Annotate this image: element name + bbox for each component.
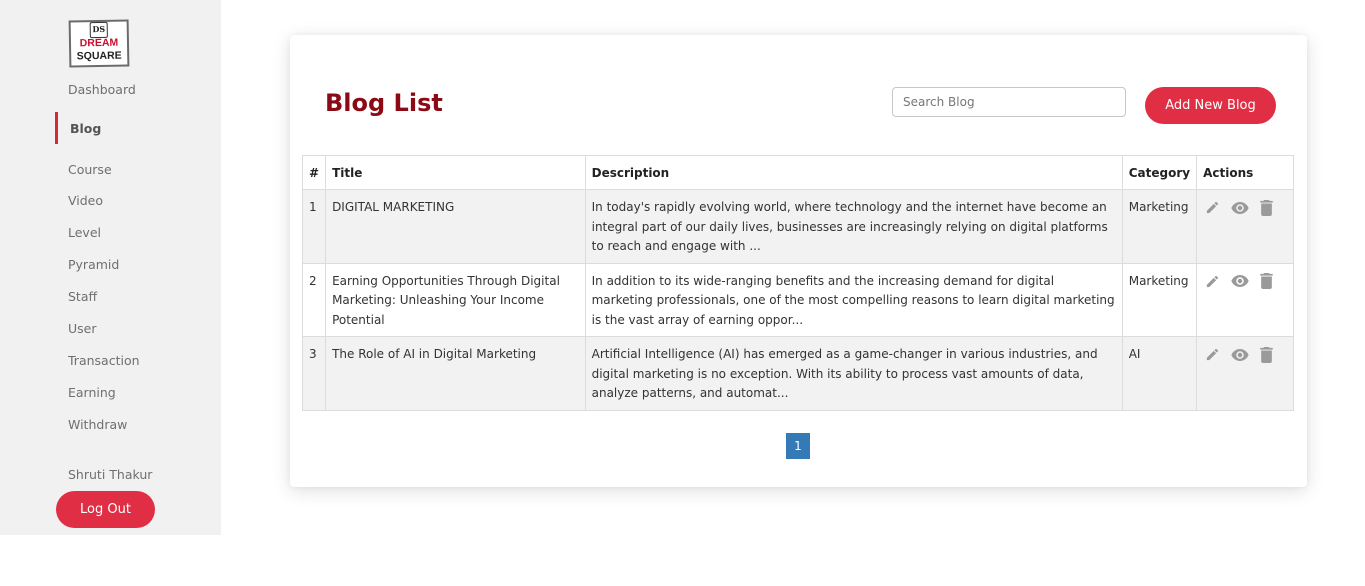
user-name: Shruti Thakur xyxy=(68,467,153,482)
edit-icon[interactable] xyxy=(1203,272,1222,291)
row-title: DIGITAL MARKETING xyxy=(325,189,586,264)
dream-square-logo[interactable]: DS DREAM SQUARE xyxy=(68,19,130,68)
column-header-description: Description xyxy=(584,155,1123,190)
row-description: In addition to its wide-ranging benefits… xyxy=(584,262,1123,337)
pagination-page-1[interactable]: 1 xyxy=(786,433,810,459)
sidebar-item-transaction[interactable]: Transaction xyxy=(68,353,140,369)
column-header-number: # xyxy=(301,155,327,190)
logo-badge: DS xyxy=(89,21,108,39)
table-row: 1 DIGITAL MARKETING In today's rapidly e… xyxy=(301,189,1294,264)
row-category: AI xyxy=(1121,336,1198,411)
view-icon[interactable] xyxy=(1230,272,1249,291)
sidebar-item-level[interactable]: Level xyxy=(68,225,101,241)
table-header-row: # Title Description Category Actions xyxy=(301,155,1294,190)
view-icon[interactable] xyxy=(1230,198,1249,217)
column-header-category: Category xyxy=(1121,155,1198,190)
row-category: Marketing xyxy=(1121,262,1198,337)
sidebar-item-user[interactable]: User xyxy=(68,321,97,337)
row-description: In today's rapidly evolving world, where… xyxy=(584,189,1123,264)
row-number: 2 xyxy=(301,262,327,337)
blog-table: # Title Description Category Actions 1 D… xyxy=(301,155,1294,411)
view-icon[interactable] xyxy=(1230,345,1249,364)
sidebar-item-course[interactable]: Course xyxy=(68,162,112,178)
table-row: 2 Earning Opportunities Through Digital … xyxy=(301,262,1294,337)
column-header-title: Title xyxy=(325,155,586,190)
row-title: Earning Opportunities Through Digital Ma… xyxy=(325,262,586,337)
add-new-blog-button[interactable]: Add New Blog xyxy=(1145,87,1276,124)
sidebar-item-blog[interactable]: Blog xyxy=(70,121,101,137)
blog-list-card: Blog List Add New Blog # Title Descripti… xyxy=(290,35,1307,487)
sidebar-item-dashboard[interactable]: Dashboard xyxy=(68,82,136,98)
sidebar-item-video[interactable]: Video xyxy=(68,193,103,209)
edit-icon[interactable] xyxy=(1203,345,1222,364)
search-input[interactable] xyxy=(892,87,1126,117)
sidebar-item-staff[interactable]: Staff xyxy=(68,289,97,305)
table-row: 3 The Role of AI in Digital Marketing Ar… xyxy=(301,336,1294,411)
column-header-actions: Actions xyxy=(1196,155,1294,190)
row-actions xyxy=(1196,336,1294,411)
row-number: 1 xyxy=(301,189,327,264)
logo-line-2: SQUARE xyxy=(76,49,122,63)
row-actions xyxy=(1196,262,1294,337)
row-number: 3 xyxy=(301,336,327,411)
sidebar: DS DREAM SQUARE Dashboard Blog Course Vi… xyxy=(0,0,221,535)
row-description: Artificial Intelligence (AI) has emerged… xyxy=(584,336,1123,411)
sidebar-item-withdraw[interactable]: Withdraw xyxy=(68,417,127,433)
row-category: Marketing xyxy=(1121,189,1198,264)
logout-button[interactable]: Log Out xyxy=(56,491,155,528)
page-title: Blog List xyxy=(325,89,443,117)
logo-line-1: DREAM xyxy=(79,36,119,50)
delete-icon[interactable] xyxy=(1257,345,1276,364)
delete-icon[interactable] xyxy=(1257,272,1276,291)
row-actions xyxy=(1196,189,1294,264)
edit-icon[interactable] xyxy=(1203,198,1222,217)
sidebar-item-earning[interactable]: Earning xyxy=(68,385,116,401)
active-indicator xyxy=(55,112,58,144)
delete-icon[interactable] xyxy=(1257,198,1276,217)
row-title: The Role of AI in Digital Marketing xyxy=(325,336,586,411)
sidebar-item-pyramid[interactable]: Pyramid xyxy=(68,257,119,273)
